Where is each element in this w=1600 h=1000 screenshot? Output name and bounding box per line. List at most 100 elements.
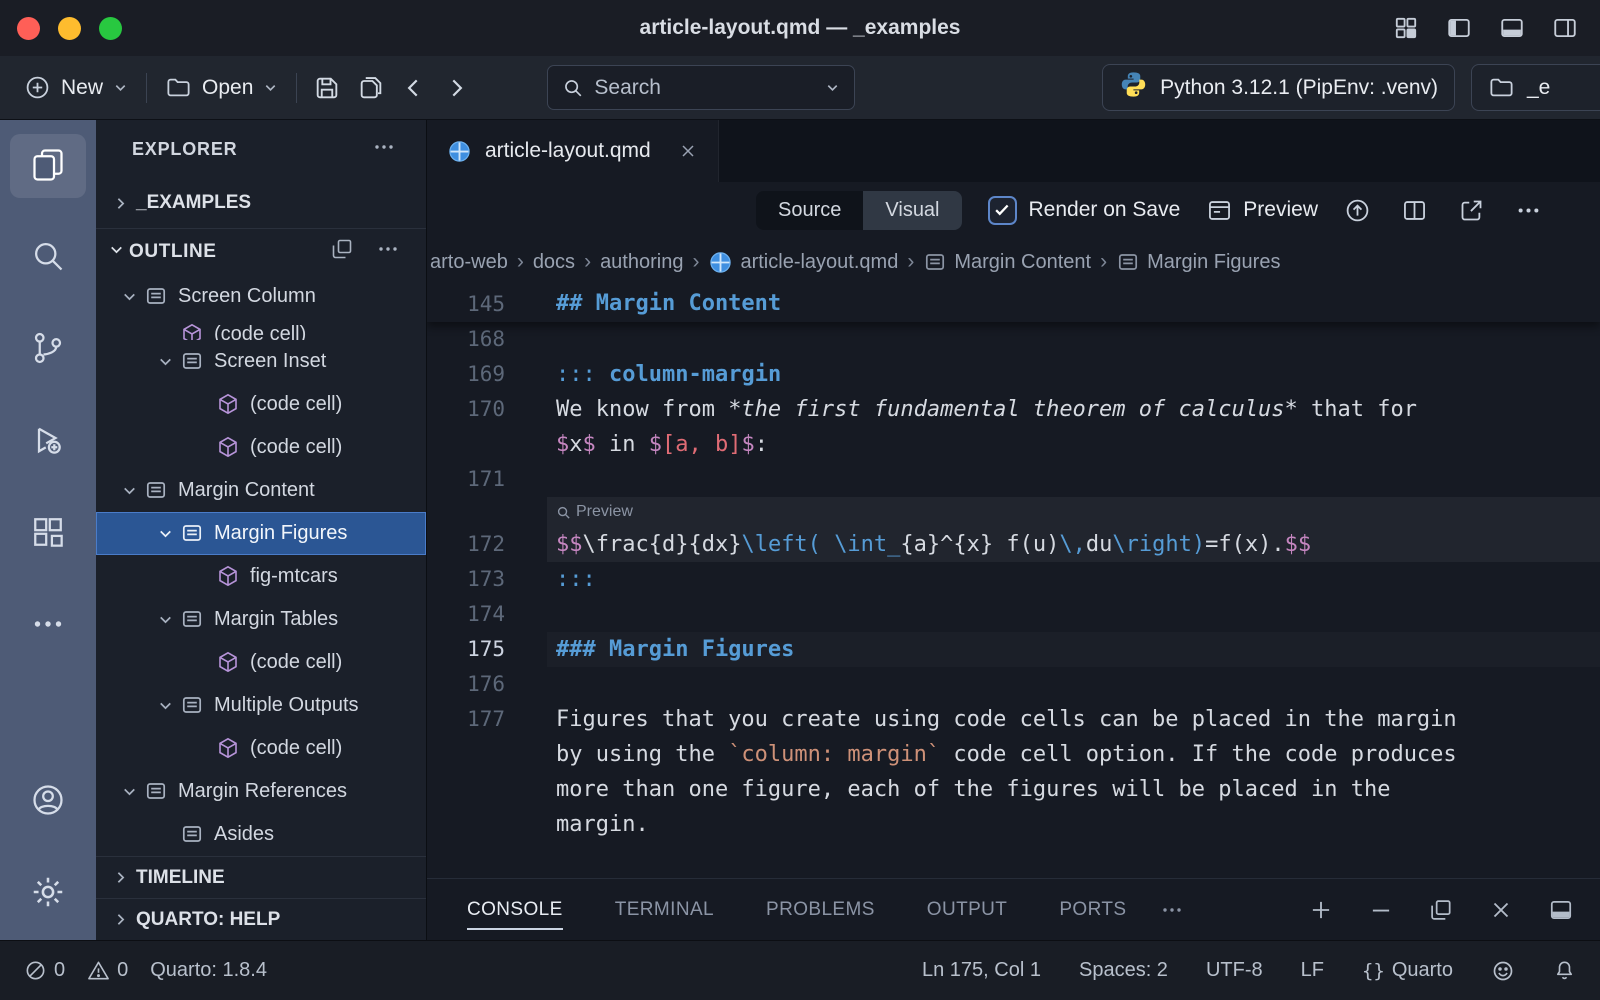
outline-item[interactable]: Margin References <box>96 770 426 813</box>
outline-item[interactable]: Screen Column <box>96 275 426 318</box>
account-button[interactable] <box>0 756 96 848</box>
more-actions-icon[interactable] <box>372 135 396 164</box>
preview-button[interactable]: Preview <box>1206 197 1318 224</box>
render-on-save-checkbox[interactable] <box>988 196 1017 225</box>
preview-lens[interactable]: Preview <box>556 497 633 527</box>
interpreter-selector[interactable]: Python 3.12.1 (PipEnv: .venv) <box>1102 64 1455 111</box>
status-item[interactable]: {}Quarto <box>1362 959 1453 982</box>
outline-item[interactable]: Asides <box>96 813 426 856</box>
open-button[interactable]: Open <box>155 68 288 107</box>
outline-item[interactable]: Screen Inset <box>96 340 426 383</box>
toggle-sidebar-icon[interactable] <box>1446 15 1472 41</box>
sidebar-item-source-control[interactable] <box>0 304 96 396</box>
sidebar-item-run-debug[interactable] <box>0 396 96 488</box>
status-item[interactable] <box>1491 959 1515 983</box>
outline-item[interactable]: (code cell) <box>96 641 426 684</box>
code-line[interactable]: 172$$\frac{d}{dx}\left( \int_{a}^{x} f(u… <box>427 527 1600 562</box>
restore-panel-icon[interactable] <box>1428 897 1454 923</box>
workspace-selector[interactable]: _e <box>1471 64 1600 111</box>
panel-tab-terminal[interactable]: TERMINAL <box>615 890 714 930</box>
status-item[interactable]: 0 <box>87 959 128 982</box>
outline-item[interactable]: (code cell) <box>96 426 426 469</box>
breadcrumb-item[interactable]: authoring <box>600 251 683 274</box>
new-console-icon[interactable] <box>1308 897 1334 923</box>
code-line[interactable]: 177Figures that you create using code ce… <box>427 702 1600 737</box>
outline-item[interactable]: (code cell) <box>96 727 426 770</box>
new-button[interactable]: New <box>14 68 138 107</box>
code-line[interactable]: $x$ in $[a, b]$: <box>427 427 1600 462</box>
code-line[interactable]: 168 <box>427 322 1600 357</box>
panel-more-icon[interactable] <box>1160 898 1184 922</box>
open-external-icon[interactable] <box>1458 197 1485 224</box>
close-panel-icon[interactable] <box>1488 897 1514 923</box>
code-line[interactable]: margin. <box>427 807 1600 842</box>
panel-tab-problems[interactable]: PROBLEMS <box>766 890 875 930</box>
navigate-back-button[interactable] <box>393 69 435 107</box>
customize-layout-icon[interactable] <box>1393 15 1419 41</box>
minimize-window-button[interactable] <box>58 17 81 40</box>
more-actions-icon[interactable] <box>376 237 400 267</box>
close-icon[interactable] <box>678 141 698 161</box>
code-line[interactable]: 176 <box>427 667 1600 702</box>
code-line[interactable]: 170We know from *the first fundamental t… <box>427 392 1600 427</box>
panel-tab-ports[interactable]: PORTS <box>1059 890 1126 930</box>
section-timeline[interactable]: TIMELINE <box>96 856 426 898</box>
panel-tab-output[interactable]: OUTPUT <box>927 890 1008 930</box>
settings-button[interactable] <box>0 848 96 940</box>
panel-tab-console[interactable]: CONSOLE <box>467 890 563 930</box>
status-item[interactable]: Ln 175, Col 1 <box>922 959 1041 982</box>
visual-mode-button[interactable]: Visual <box>863 191 961 230</box>
outline-item[interactable]: Margin Figures <box>96 512 426 555</box>
sidebar-item-search[interactable] <box>0 212 96 304</box>
panel-layout-icon[interactable] <box>1548 897 1574 923</box>
section-quarto-help[interactable]: QUARTO: HELP <box>96 898 426 940</box>
outline-item[interactable]: Margin Tables <box>96 598 426 641</box>
toggle-secondary-sidebar-icon[interactable] <box>1552 15 1578 41</box>
code-line[interactable]: 174 <box>427 597 1600 632</box>
code-line[interactable]: 169::: column-margin <box>427 357 1600 392</box>
tab-article-layout[interactable]: article-layout.qmd <box>427 120 719 182</box>
section-examples[interactable]: _EXAMPLES <box>96 178 426 228</box>
sidebar-item-more[interactable] <box>0 580 96 672</box>
sidebar-item-explorer[interactable] <box>0 120 96 212</box>
outline-item[interactable]: Margin Content <box>96 469 426 512</box>
toggle-panel-icon[interactable] <box>1499 15 1525 41</box>
code-line[interactable]: 173::: <box>427 562 1600 597</box>
split-editor-icon[interactable] <box>1401 197 1428 224</box>
breadcrumb-item[interactable]: article-layout.qmd <box>708 250 898 275</box>
source-mode-button[interactable]: Source <box>756 191 863 230</box>
outline-item[interactable]: (code cell) <box>96 383 426 426</box>
collapse-all-icon[interactable] <box>330 237 354 267</box>
search-input[interactable]: Search <box>547 65 855 110</box>
code-line[interactable]: more than one figure, each of the figure… <box>427 772 1600 807</box>
close-window-button[interactable] <box>17 17 40 40</box>
code-editor[interactable]: 145## Margin Content 168169::: column-ma… <box>427 286 1600 878</box>
code-line[interactable]: 145## Margin Content <box>427 286 1600 322</box>
more-actions-icon[interactable] <box>1515 197 1542 224</box>
render-on-save[interactable]: Render on Save <box>988 196 1181 225</box>
status-item[interactable]: UTF-8 <box>1206 959 1263 982</box>
save-button[interactable] <box>305 68 349 108</box>
status-item[interactable]: 0 <box>24 959 65 982</box>
code-line[interactable]: 175### Margin Figures <box>427 632 1600 667</box>
code-line[interactable]: Preview <box>427 497 1600 527</box>
zoom-window-button[interactable] <box>99 17 122 40</box>
status-item[interactable] <box>1553 959 1576 982</box>
outline-item[interactable]: fig-mtcars <box>96 555 426 598</box>
status-item[interactable]: Quarto: 1.8.4 <box>150 959 267 982</box>
publish-icon[interactable] <box>1344 197 1371 224</box>
breadcrumb-item[interactable]: docs <box>533 251 575 274</box>
breadcrumb-item[interactable]: Margin Figures <box>1116 250 1280 274</box>
navigate-forward-button[interactable] <box>435 69 477 107</box>
sidebar-item-extensions[interactable] <box>0 488 96 580</box>
outline-item[interactable]: (code cell) <box>96 318 426 340</box>
breadcrumb-item[interactable]: arto-web <box>430 251 508 274</box>
outline-item[interactable]: Multiple Outputs <box>96 684 426 727</box>
minimize-panel-icon[interactable] <box>1368 897 1394 923</box>
outline-header[interactable]: OUTLINE <box>96 228 426 275</box>
code-line[interactable]: by using the `column: margin` code cell … <box>427 737 1600 772</box>
code-line[interactable]: 171 <box>427 462 1600 497</box>
save-all-button[interactable] <box>349 68 393 108</box>
breadcrumb-item[interactable]: Margin Content <box>923 250 1091 274</box>
status-item[interactable]: Spaces: 2 <box>1079 959 1168 982</box>
